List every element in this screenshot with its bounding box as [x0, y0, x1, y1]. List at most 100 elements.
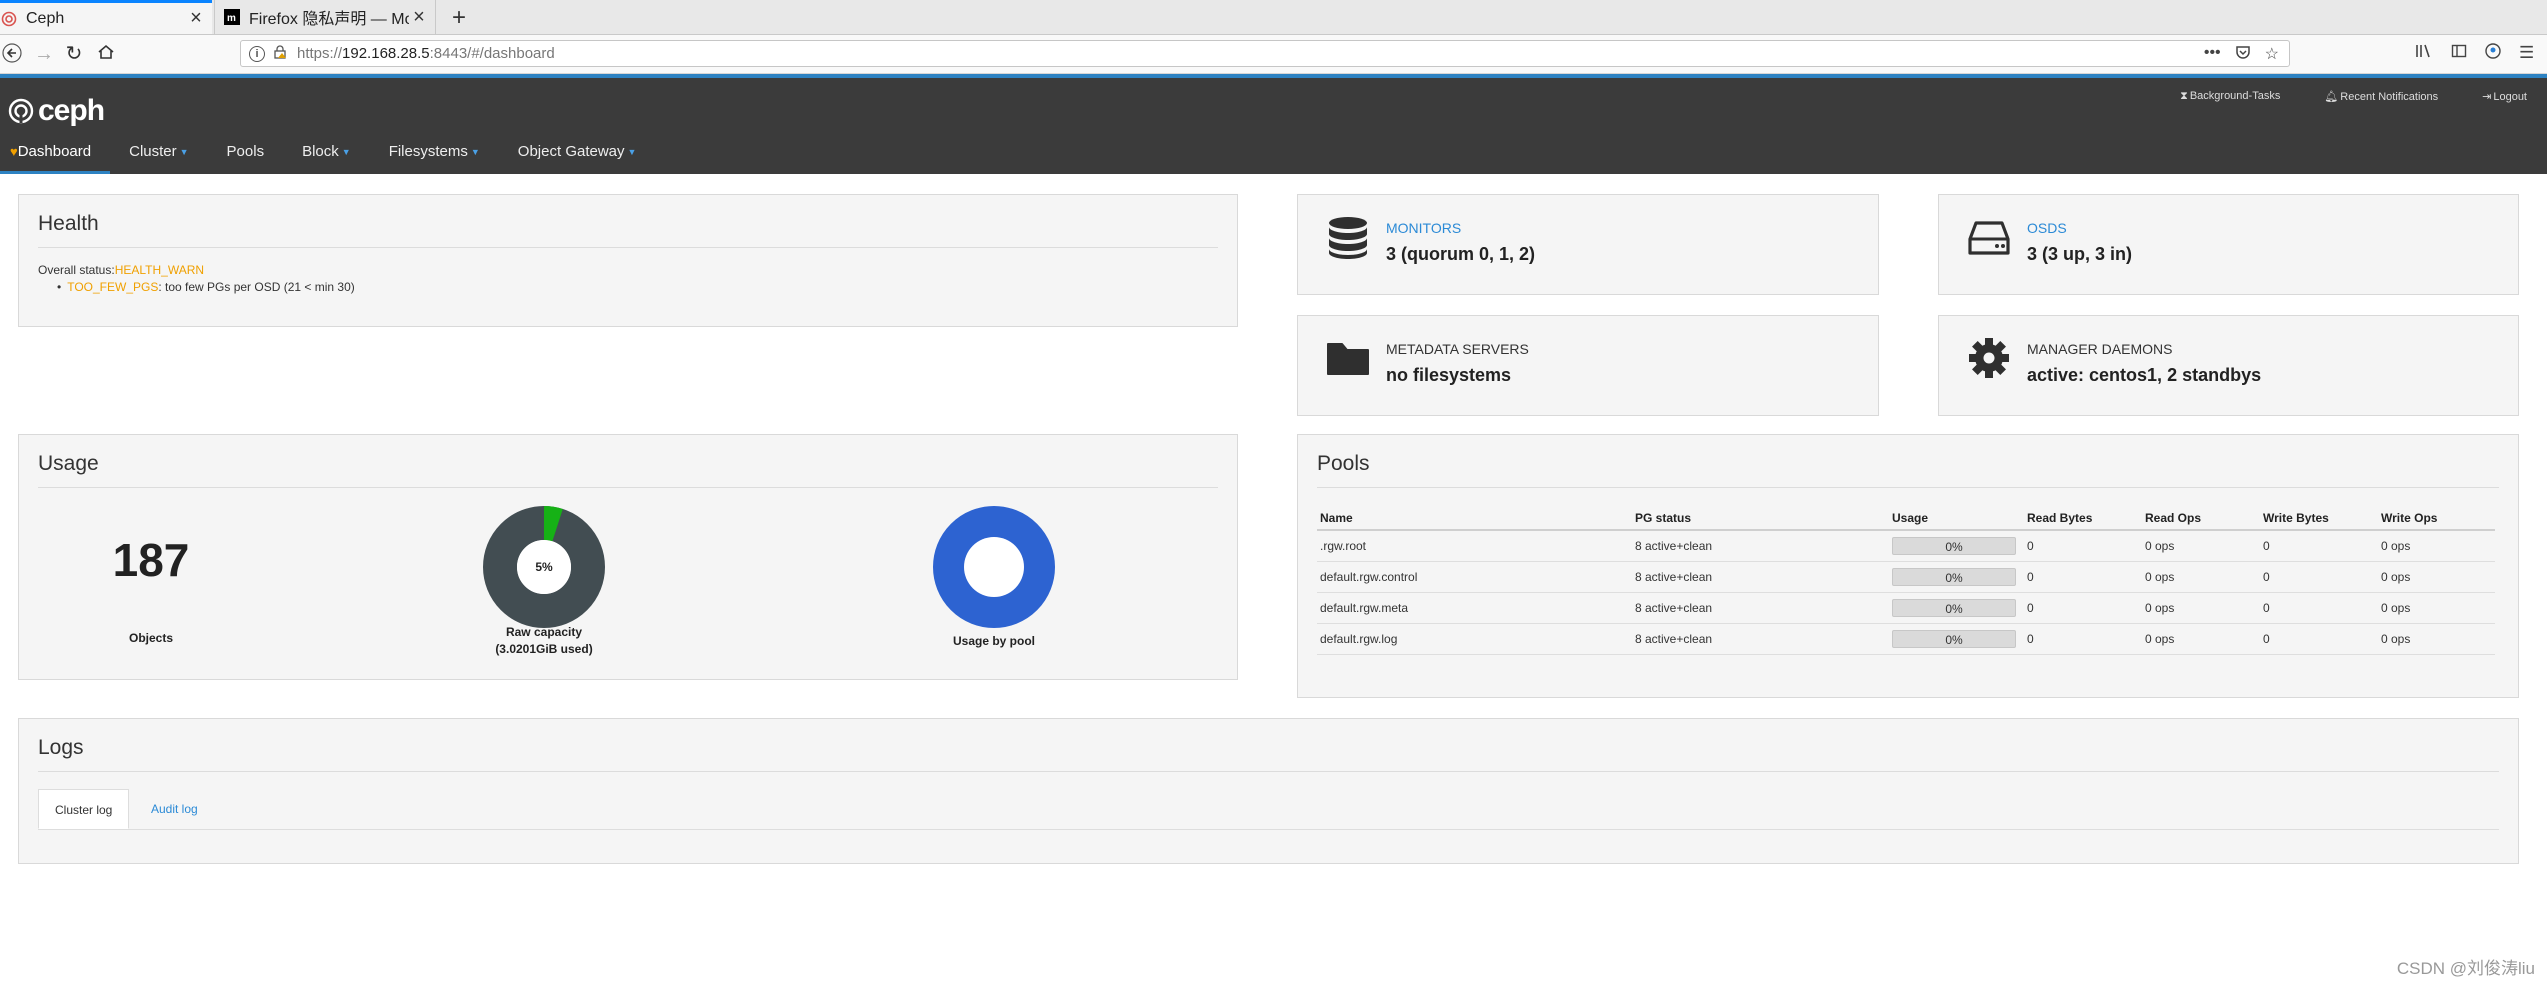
usage-bar: 0%	[1892, 537, 2016, 555]
osds-link[interactable]: OSDS	[2027, 220, 2067, 236]
ceph-favicon-icon	[0, 10, 18, 28]
ceph-header: ceph ⧗ Background-Tasks 🔔︎ Recent Notifica…	[0, 74, 2547, 174]
read-ops: 0 ops	[2142, 623, 2260, 655]
write-ops: 0 ops	[2378, 561, 2495, 593]
browser-tab-ceph[interactable]: Ceph ×	[0, 0, 212, 34]
osds-value: 3 (3 up, 3 in)	[2027, 244, 2133, 264]
raw-capacity-label: Raw capacity (3.0201GiB used)	[495, 625, 593, 656]
tab-audit-log[interactable]: Audit log	[135, 789, 214, 829]
tab-title: Ceph	[26, 9, 65, 27]
watermark: CSDN @刘俊涛liu	[2396, 959, 2535, 978]
metadata-servers-card: METADATA SERVERS no filesystems	[1297, 315, 1879, 416]
heart-icon: ♥	[10, 144, 18, 159]
usage-bar: 0%	[1892, 599, 2016, 617]
logs-title: Logs	[38, 736, 84, 759]
osds-card: OSDS 3 (3 up, 3 in)	[1938, 194, 2519, 295]
read-bytes: 0	[2024, 623, 2142, 655]
tab-cluster-log[interactable]: Cluster log	[38, 789, 130, 829]
gear-icon	[1969, 338, 2009, 378]
divider	[38, 247, 1218, 248]
column-header[interactable]: Write Ops	[2378, 507, 2495, 531]
write-ops: 0 ops	[2378, 530, 2495, 562]
logs-tabs: Cluster log Audit log	[38, 789, 2499, 830]
raw-capacity-chart[interactable]: 5%	[483, 506, 605, 628]
monitors-link[interactable]: MONITORS	[1386, 220, 1461, 236]
pool-name: default.rgw.meta	[1317, 592, 1632, 624]
read-ops: 0 ops	[2142, 561, 2260, 593]
nav-object-gateway[interactable]: Object Gateway ▼	[499, 132, 656, 174]
hdd-icon	[1968, 221, 2010, 255]
pg-status: 8 active+clean	[1632, 592, 1889, 624]
info-icon[interactable]: i	[249, 45, 265, 62]
table-row: default.rgw.control 8 active+clean 0% 0 …	[1317, 561, 2495, 593]
new-tab-button[interactable]: +	[446, 4, 472, 32]
sidebar-icon[interactable]	[2451, 43, 2467, 64]
raw-capacity-percent: 5%	[535, 560, 553, 574]
browser-nav-bar: → ↻ i https://192.168.28.5:8443/#/dashbo…	[0, 35, 2547, 74]
logs-panel: Logs Cluster log Audit log	[18, 718, 2519, 864]
insecure-lock-icon[interactable]	[273, 45, 287, 62]
monitors-value: 3 (quorum 0, 1, 2)	[1386, 244, 1536, 264]
reload-icon[interactable]: ↻	[62, 43, 86, 65]
ceph-logo-text: ceph	[38, 94, 105, 127]
nav-filesystems[interactable]: Filesystems ▼	[370, 132, 499, 174]
ceph-logo-icon	[8, 98, 34, 124]
menu-icon[interactable]: ☰	[2519, 43, 2534, 64]
usage-by-pool-chart[interactable]	[933, 506, 1055, 628]
pool-name: default.rgw.control	[1317, 561, 1632, 593]
divider	[38, 771, 2499, 772]
column-header[interactable]: Usage	[1889, 507, 2024, 531]
caret-down-icon: ▼	[470, 147, 480, 158]
nav-block[interactable]: Block ▼	[283, 132, 370, 174]
column-header[interactable]: Read Ops	[2142, 507, 2260, 531]
divider	[1317, 487, 2499, 488]
page-actions-icon[interactable]: •••	[2204, 44, 2221, 65]
bookmark-star-icon[interactable]: ☆	[2265, 44, 2279, 65]
health-warn-value: HEALTH_WARN	[114, 263, 205, 277]
usage-by-pool-label: Usage by pool	[952, 634, 1035, 648]
write-bytes: 0	[2260, 592, 2378, 624]
ceph-logo[interactable]: ceph	[8, 94, 105, 128]
column-header[interactable]: PG status	[1632, 507, 1889, 531]
column-header[interactable]: Write Bytes	[2260, 507, 2378, 531]
home-icon[interactable]	[94, 43, 118, 66]
write-bytes: 0	[2260, 623, 2378, 655]
pools-title: Pools	[1317, 452, 1370, 475]
column-header[interactable]: Read Bytes	[2024, 507, 2142, 531]
usage-panel: Usage 187 Objects 5% Raw capacity (3.020…	[18, 434, 1238, 680]
monitors-card: MONITORS 3 (quorum 0, 1, 2)	[1297, 194, 1879, 295]
pocket-icon[interactable]	[2235, 44, 2251, 65]
nav-cluster[interactable]: Cluster ▼	[110, 132, 207, 174]
background-tasks-link[interactable]: ⧗ Background-Tasks	[2180, 90, 2280, 103]
tab-title: Firefox 隐私声明 — Mozilla	[249, 11, 409, 28]
forward-icon[interactable]: →	[32, 43, 56, 65]
read-ops: 0 ops	[2142, 530, 2260, 562]
tab-close-icon[interactable]: ×	[186, 7, 206, 30]
pools-panel: Pools Name PG status Usage Read Bytes Re…	[1297, 434, 2519, 698]
health-check-item: • TOO_FEW_PGS: too few PGs per OSD (21 < …	[57, 280, 355, 294]
read-bytes: 0	[2024, 561, 2142, 593]
nav-pools[interactable]: Pools	[208, 132, 284, 174]
notifications-link[interactable]: 🔔︎ Recent Notifications	[2324, 90, 2438, 103]
health-check-code[interactable]: TOO_FEW_PGS	[67, 280, 158, 294]
folder-icon	[1327, 343, 1369, 375]
health-panel: Health Overall status:HEALTH_WARN • TOO_F…	[18, 194, 1238, 327]
metadata-servers-label: METADATA SERVERS	[1386, 341, 1529, 357]
nav-dashboard[interactable]: ♥Dashboard	[0, 132, 111, 174]
divider	[38, 487, 1218, 488]
pg-status: 8 active+clean	[1632, 530, 1889, 562]
pg-status: 8 active+clean	[1632, 623, 1889, 655]
read-bytes: 0	[2024, 530, 2142, 562]
back-icon[interactable]	[0, 43, 24, 68]
logout-link[interactable]: ⇥ Logout	[2482, 90, 2527, 103]
account-icon[interactable]	[2485, 43, 2501, 64]
column-header[interactable]: Name	[1317, 507, 1632, 531]
browser-tab-privacy[interactable]: m Firefox 隐私声明 — Mozilla ×	[214, 0, 436, 34]
health-title: Health	[38, 212, 99, 235]
pool-name: default.rgw.log	[1317, 623, 1632, 655]
library-icon[interactable]	[2415, 43, 2433, 64]
write-ops: 0 ops	[2378, 592, 2495, 624]
url-bar[interactable]: i https://192.168.28.5:8443/#/dashboard …	[240, 40, 2290, 67]
overall-status: Overall status:HEALTH_WARN	[38, 263, 205, 277]
tab-close-icon[interactable]: ×	[409, 6, 429, 29]
